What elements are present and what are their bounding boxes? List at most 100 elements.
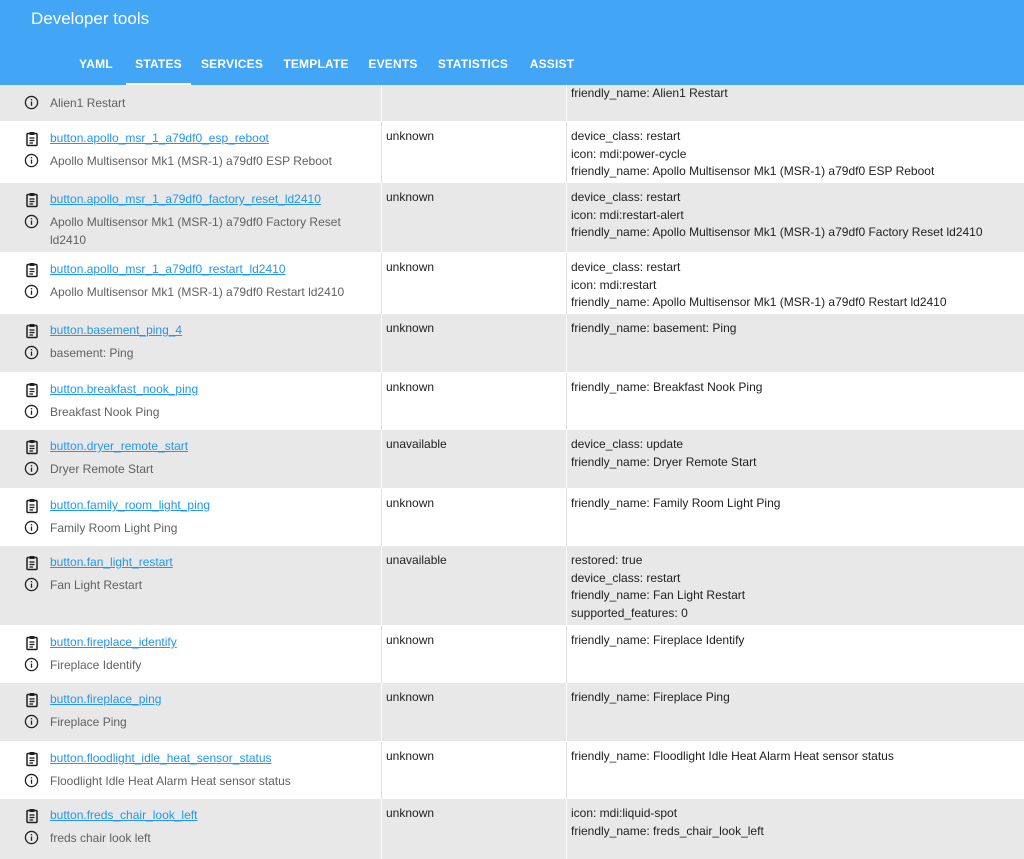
- attributes-cell: device_class: restart icon: mdi:restart-a…: [566, 183, 1024, 252]
- friendly-name: Family Room Light Ping: [50, 521, 178, 535]
- attribute-line: friendly_name: Fireplace Identify: [571, 633, 745, 647]
- more-info-icon[interactable]: [24, 830, 39, 845]
- state-cell: unavailable: [381, 546, 565, 625]
- state-cell: unknown: [381, 314, 565, 372]
- more-info-icon[interactable]: [24, 520, 39, 535]
- copy-entity-id-icon[interactable]: [24, 808, 40, 824]
- attribute-line: friendly_name: Apollo Multisensor Mk1 (M…: [571, 164, 935, 178]
- attribute-line: icon: mdi:restart: [571, 277, 657, 292]
- state-cell: unknown: [381, 183, 565, 252]
- more-info-icon[interactable]: [24, 714, 39, 729]
- tab-states[interactable]: STATES: [126, 44, 191, 85]
- attributes-cell: friendly_name: Floodlight Idle Heat Alar…: [566, 742, 1024, 799]
- attribute-line: device_class: restart: [571, 190, 681, 204]
- state-cell: unknown: [381, 742, 565, 799]
- table-row: button.apollo_msr_1_a79df0_esp_reboot Apo…: [0, 121, 1024, 183]
- entity-id-link[interactable]: button.apollo_msr_1_a79df0_factory_reset…: [50, 191, 321, 209]
- more-info-icon[interactable]: [24, 773, 39, 788]
- table-row: button.breakfast_nook_ping Breakfast Nook…: [0, 372, 1024, 430]
- entity-cell: button.apollo_msr_1_a79df0_factory_reset…: [16, 183, 379, 252]
- entity-id-link[interactable]: button.apollo_msr_1_a79df0_esp_reboot: [50, 130, 269, 148]
- entity-cell: button.family_room_light_ping Family Room…: [16, 489, 379, 546]
- copy-entity-id-icon[interactable]: [24, 192, 40, 208]
- copy-entity-id-icon[interactable]: [24, 555, 40, 571]
- entity-cell: button.fan_light_restart Fan Light Restar…: [16, 546, 379, 625]
- tab-services[interactable]: SERVICES: [196, 44, 268, 83]
- attribute-line: restored: true: [571, 553, 643, 567]
- friendly-name: Fan Light Restart: [50, 578, 143, 592]
- state-cell: unavailable: [381, 430, 565, 488]
- table-row: button.apollo_msr_1_a79df0_factory_reset…: [0, 183, 1024, 252]
- entity-id-link[interactable]: button.floodlight_idle_heat_sensor_statu…: [50, 750, 272, 768]
- friendly-name: Dryer Remote Start: [50, 462, 154, 476]
- tab-events[interactable]: EVENTS: [362, 44, 424, 83]
- entity-id-link[interactable]: button.breakfast_nook_ping: [50, 381, 198, 399]
- attribute-line: icon: mdi:liquid-spot: [571, 806, 678, 820]
- attribute-line: friendly_name: Alien1 Restart: [571, 86, 728, 100]
- entity-cell: button.basement_ping_4 basement: Ping: [16, 314, 379, 372]
- attribute-line: device_class: restart: [571, 260, 681, 274]
- friendly-name: Apollo Multisensor Mk1 (MSR-1) a79df0 Fa…: [50, 215, 341, 247]
- attribute-line: friendly_name: Floodlight Idle Heat Alar…: [571, 749, 894, 763]
- entity-id-link[interactable]: button.freds_chair_look_left: [50, 807, 197, 825]
- more-info-icon[interactable]: [24, 461, 39, 476]
- table-row: button.basement_ping_4 basement: Ping unkn…: [0, 314, 1024, 372]
- entity-cell: button.dryer_remote_start Dryer Remote St…: [16, 430, 379, 488]
- tab-statistics[interactable]: STATISTICS: [432, 44, 514, 83]
- attribute-line: device_class: update: [571, 437, 684, 451]
- entity-id-link[interactable]: button.basement_ping_4: [50, 322, 182, 340]
- entity-id-link[interactable]: button.dryer_remote_start: [50, 438, 188, 456]
- state-cell: unknown: [381, 373, 565, 430]
- tab-assist[interactable]: ASSIST: [524, 44, 580, 83]
- copy-entity-id-icon[interactable]: [24, 439, 40, 455]
- entity-cell: button.apollo_msr_1_a79df0_esp_reboot Apo…: [16, 122, 379, 183]
- copy-entity-id-icon[interactable]: [24, 323, 40, 339]
- table-row: button.fireplace_ping Fireplace Ping unkno…: [0, 683, 1024, 741]
- table-row: button.fan_light_restart Fan Light Restar…: [0, 546, 1024, 625]
- attributes-cell: friendly_name: Fireplace Ping: [566, 683, 1024, 741]
- copy-entity-id-icon[interactable]: [24, 498, 40, 514]
- copy-entity-id-icon[interactable]: [24, 262, 40, 278]
- friendly-name: Floodlight Idle Heat Alarm Heat sensor s…: [50, 774, 291, 788]
- friendly-name: Fireplace Identify: [50, 658, 142, 672]
- copy-entity-id-icon[interactable]: [24, 635, 40, 651]
- more-info-icon[interactable]: [24, 345, 39, 360]
- table-row: button.floodlight_idle_heat_sensor_statu…: [0, 741, 1024, 799]
- attributes-cell: friendly_name: Family Room Light Ping: [566, 489, 1024, 546]
- state-cell: unknown: [381, 626, 565, 683]
- more-info-icon[interactable]: [24, 214, 39, 229]
- attribute-line: icon: mdi:power-cycle: [571, 146, 687, 161]
- copy-entity-id-icon[interactable]: [24, 751, 40, 767]
- more-info-icon[interactable]: [24, 95, 39, 110]
- copy-entity-id-icon[interactable]: [24, 131, 40, 147]
- more-info-icon[interactable]: [24, 153, 39, 168]
- entity-cell: button.fireplace_identify Fireplace Ident…: [16, 626, 379, 683]
- tab-yaml[interactable]: YAML: [66, 44, 126, 83]
- state-cell: unknown: [381, 799, 565, 859]
- tab-template[interactable]: TEMPLATE: [276, 44, 356, 83]
- app-header: Developer tools YAML STATES SERVICES TEM…: [0, 0, 1024, 85]
- attribute-line: friendly_name: Fan Light Restart: [571, 588, 746, 602]
- friendly-name: Breakfast Nook Ping: [50, 405, 160, 419]
- copy-entity-id-icon[interactable]: [24, 382, 40, 398]
- table-row: button.fireplace_identify Fireplace Ident…: [0, 625, 1024, 683]
- entity-id-link[interactable]: button.apollo_msr_1_a79df0_restart_ld241…: [50, 261, 286, 279]
- entity-cell: button.apollo_msr_1_a79df0_restart_ld241…: [16, 253, 379, 314]
- table-row: button.freds_chair_look_left freds chair …: [0, 799, 1024, 859]
- state-cell: unknown: [381, 683, 565, 741]
- attribute-line: icon: mdi:restart-alert: [571, 207, 684, 222]
- copy-entity-id-icon[interactable]: [24, 692, 40, 708]
- attribute-line: friendly_name: freds_chair_look_left: [571, 823, 764, 838]
- entity-id-link[interactable]: button.fan_light_restart: [50, 554, 173, 572]
- more-info-icon[interactable]: [24, 404, 39, 419]
- entity-id-link[interactable]: button.family_room_light_ping: [50, 497, 210, 515]
- table-row: button.apollo_msr_1_a79df0_restart_ld241…: [0, 252, 1024, 314]
- more-info-icon[interactable]: [24, 284, 39, 299]
- more-info-icon[interactable]: [24, 657, 39, 672]
- state-cell: unknown: [381, 253, 565, 314]
- attributes-cell: device_class: restart icon: mdi:power-cyc…: [566, 122, 1024, 183]
- entity-id-link[interactable]: button.fireplace_ping: [50, 691, 161, 709]
- entity-id-link[interactable]: button.fireplace_identify: [50, 634, 177, 652]
- attribute-line: friendly_name: basement: Ping: [571, 321, 737, 335]
- more-info-icon[interactable]: [24, 577, 39, 592]
